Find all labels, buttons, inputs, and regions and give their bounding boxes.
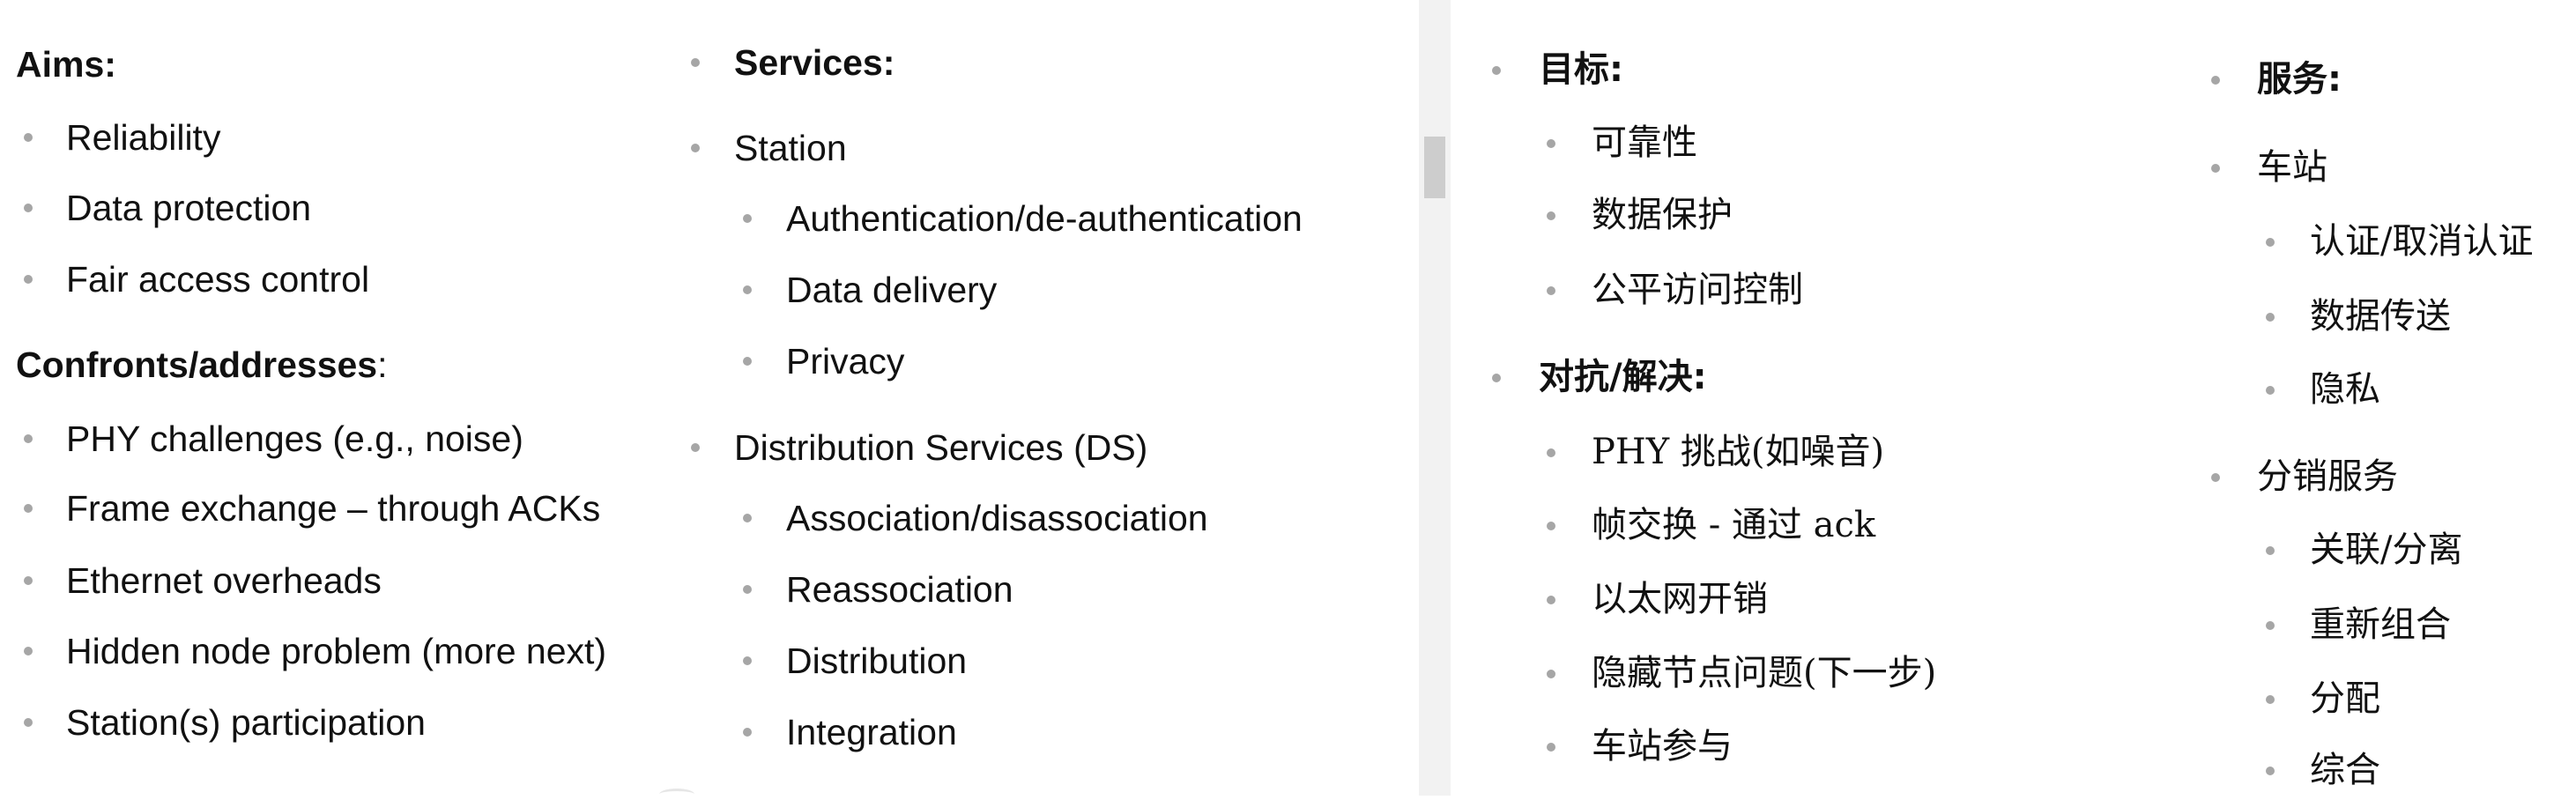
bullet-icon [743,285,752,294]
bullet-icon [743,514,752,522]
bullet-icon [743,656,752,665]
services-heading: Services: [734,42,895,83]
chinese-pane: 目标: 可靠性 数据保护 公平访问控制 对抗/解决: PHY 挑战(如噪音) 帧… [1451,0,2576,796]
zh-ds-subitem: 分配 [2310,678,2380,719]
bullet-icon [691,443,700,452]
bullet-icon [1547,670,1555,678]
zh-aim-item: 可靠性 [1592,122,1697,163]
bullet-icon [1547,211,1555,220]
bullet-icon [24,576,33,585]
confront-item: Frame exchange – through ACKs [66,488,601,529]
bullet-icon [743,585,752,594]
confronts-heading-text: Confronts/addresses [16,344,378,385]
vertical-scrollbar[interactable] [1419,0,1451,796]
bullet-icon [691,144,700,152]
bullet-icon [1547,743,1555,752]
station-item: Station [734,128,847,168]
zh-aims-heading: 目标: [1539,49,1623,90]
aim-item: Reliability [66,117,221,158]
bullet-icon [2266,386,2275,395]
bullet-icon [1547,522,1555,530]
bullet-icon [2266,546,2275,555]
scrollbar-thumb[interactable] [1424,137,1445,198]
aim-item: Data protection [66,188,312,228]
bullet-icon [24,204,33,212]
bullet-icon [1547,286,1555,295]
zh-confront-item: 隐藏节点问题(下一步) [1592,653,1937,693]
zh-station-item: 车站 [2257,147,2327,188]
aims-heading: Aims: [16,44,116,85]
bullet-icon [2266,695,2275,704]
zh-station-subitem: 数据传送 [2310,296,2451,337]
confront-item: Ethernet overheads [66,560,382,601]
zh-ds-subitem: 关联/分离 [2310,530,2463,570]
bullet-icon [24,647,33,656]
zh-confronts-heading: 对抗/解决: [1539,357,1707,397]
station-subitem: Privacy [786,341,905,381]
bullet-icon [2211,76,2220,85]
confront-item: PHY challenges (e.g., noise) [66,419,523,459]
zh-confront-item: 车站参与 [1592,726,1733,767]
bullet-icon [24,504,33,513]
bullet-icon [743,357,752,366]
scroll-edge-mark [659,789,694,800]
bullet-icon [743,728,752,737]
bullet-icon [1547,596,1555,604]
bullet-icon [2266,621,2275,630]
zh-confront-item: PHY 挑战(如噪音) [1592,432,1885,472]
zh-station-subitem: 隐私 [2310,369,2380,410]
bullet-icon [2266,238,2275,247]
bullet-icon [2211,164,2220,173]
bullet-icon [24,275,33,284]
station-subitem: Authentication/de-authentication [786,198,1303,239]
zh-confront-item: 帧交换 - 通过 ack [1592,505,1876,545]
ds-subitem: Distribution [786,641,968,681]
station-subitem: Data delivery [786,270,998,310]
ds-subitem: Reassociation [786,569,1013,610]
bullet-icon [1547,448,1555,457]
bullet-icon [24,133,33,142]
bullet-icon [2211,473,2220,482]
bullet-icon [24,718,33,727]
ds-subitem: Association/disassociation [786,498,1208,538]
zh-aim-item: 公平访问控制 [1592,270,1803,310]
bullet-icon [691,58,700,67]
bullet-icon [2266,313,2275,322]
zh-ds-item: 分销服务 [2257,456,2398,497]
bullet-icon [1492,374,1501,382]
confront-item: Station(s) participation [66,702,426,743]
zh-services-heading: 服务: [2257,59,2342,100]
bullet-icon [743,214,752,223]
confronts-heading-colon: : [377,344,388,385]
zh-aim-item: 数据保护 [1592,195,1733,235]
bullet-icon [1492,66,1501,75]
zh-ds-subitem: 综合 [2310,750,2380,790]
zh-ds-subitem: 重新组合 [2310,604,2451,645]
aim-item: Fair access control [66,259,370,300]
bullet-icon [24,434,33,443]
zh-confront-item: 以太网开销 [1592,579,1768,619]
english-pane: Aims: Reliability Data protection Fair a… [0,0,1419,796]
bullet-icon [2266,767,2275,775]
confronts-heading: Confronts/addresses: [16,343,388,387]
confront-item: Hidden node problem (more next) [66,631,607,671]
bullet-icon [1547,139,1555,148]
ds-item: Distribution Services (DS) [734,427,1148,468]
zh-station-subitem: 认证/取消认证 [2310,221,2534,262]
ds-subitem: Integration [786,712,957,752]
